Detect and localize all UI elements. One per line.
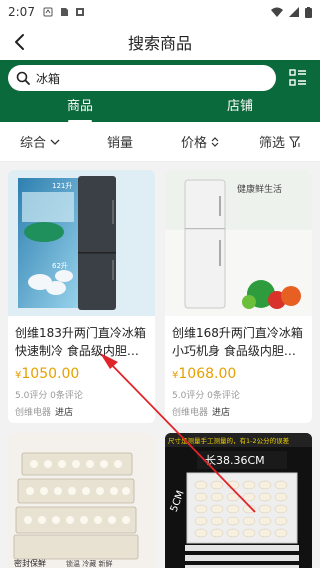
image-icon [75,8,84,16]
page-header: 搜索商品 [0,24,320,60]
sort-price-label: 价格 [180,136,207,151]
enter-store-link[interactable]: 进店 [212,408,230,418]
sort-comprehensive-label: 综合 [19,136,46,151]
status-time: 2:07 [8,5,35,19]
result-tabs: 商品 店铺 [0,96,320,122]
sim-icon [60,8,68,16]
sort-sales-label: 销量 [106,136,133,151]
product-price: ¥1068.00 [172,366,305,382]
product-card[interactable]: 密封保鲜 锁温 冷藏 新鲜 [8,433,155,568]
tab-stores[interactable]: 店铺 [160,96,320,122]
store-name: 创维电器 [172,408,209,418]
product-image-fridge-white: 健康鲜生活 [165,170,312,316]
product-price-value: 1050.00 [21,366,80,382]
status-bar: 2:07 [0,0,320,24]
product-title: 创维183升两门直冷冰箱快速制冷 食品级内胆 高… [15,326,146,358]
product-reviews: 5.0评分 0条评论 [172,391,240,401]
product-store: 创维电器 进店 [15,405,148,418]
search-icon [16,71,30,85]
image-slogan: 健康鲜生活 [237,183,282,195]
image-length-label: 长38.36CM [205,454,265,467]
sort-bar: 综合 销量 价格 筛选 [0,122,320,162]
image-badge-right: 锁温 冷藏 新鲜 [66,559,112,568]
product-reviews: 5.0评分 0条评论 [15,391,83,401]
filter-label: 筛选 [258,136,285,151]
notification-icon [43,7,53,17]
sort-comprehensive[interactable]: 综合 [0,132,80,151]
product-price-value: 1068.00 [178,366,237,382]
image-badge-left: 密封保鲜 [14,558,46,568]
sort-price[interactable]: 价格 [160,132,240,151]
back-arrow-icon[interactable] [10,32,30,52]
layout-toggle-button[interactable] [284,64,312,92]
search-query: 冰箱 [36,71,61,86]
product-card[interactable]: 121升 62升 创维183升两门直冷冰箱快速制冷 食品级内胆 高… ¥1050… [8,170,155,423]
image-note: 尺寸是测量手工测量的，有1-2公分的误差 [168,436,290,445]
tab-products[interactable]: 商品 [0,96,160,122]
chevron-down-icon [50,139,60,145]
sort-updown-icon [211,136,219,147]
product-image-fridge-dark: 121升 62升 [8,170,155,316]
list-layout-icon [289,69,306,86]
product-image-dumpling-box: 尺寸是测量手工测量的，有1-2公分的误差 长38.36CM 5CM [165,433,312,568]
filter-icon [289,135,301,148]
filter-button[interactable]: 筛选 [240,132,320,151]
product-card[interactable]: 健康鲜生活 创维168升两门直冷冰箱小巧机身 食品级内胆材… ¥1068.00 … [165,170,312,423]
search-area: 冰箱 商品 店铺 [0,60,320,122]
search-input[interactable]: 冰箱 [8,65,276,91]
battery-icon [305,6,312,18]
product-image-dumpling-trays: 密封保鲜 锁温 冷藏 新鲜 [8,433,155,568]
product-title: 创维168升两门直冷冰箱小巧机身 食品级内胆材… [172,326,303,358]
store-name: 创维电器 [15,408,52,418]
sort-sales[interactable]: 销量 [80,132,160,151]
product-price: ¥1050.00 [15,366,148,382]
signal-icon [289,7,299,17]
fridge-top-capacity-label: 121升 [52,181,72,190]
product-store: 创维电器 进店 [172,405,305,418]
wifi-icon [271,7,283,17]
fridge-bottom-capacity-label: 62升 [52,261,68,270]
page-title: 搜索商品 [127,34,192,53]
product-card[interactable]: 尺寸是测量手工测量的，有1-2公分的误差 长38.36CM 5CM [165,433,312,568]
enter-store-link[interactable]: 进店 [55,408,73,418]
